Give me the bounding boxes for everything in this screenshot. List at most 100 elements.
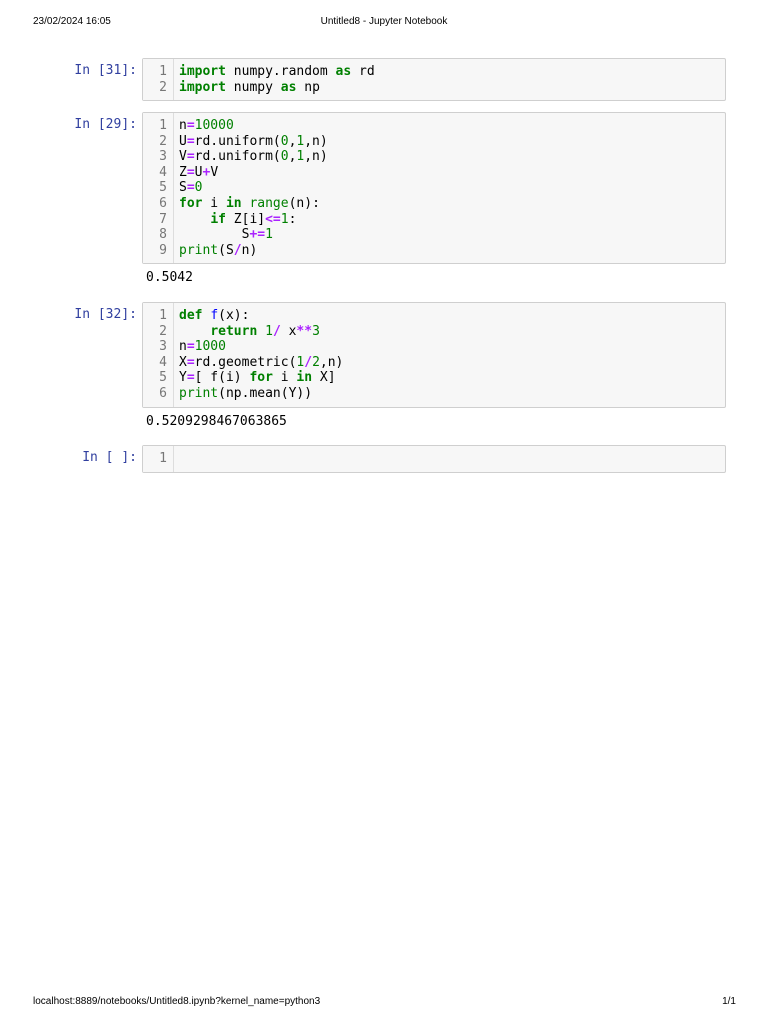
code-token: Y [179, 370, 187, 386]
code-line: 1 import numpy.random as rd [143, 64, 725, 80]
line-number: 6 [159, 195, 167, 211]
code-token: return [210, 323, 258, 339]
code-token: [ f(i) [194, 370, 250, 386]
line-number: 1 [159, 451, 167, 466]
code-line: 5 Y=[ f(i) for i in X] [143, 370, 725, 386]
code-token: 0 [280, 149, 289, 165]
line-number: 3 [159, 149, 167, 165]
code-text: def f(x): [179, 308, 249, 324]
code-token: in [296, 370, 313, 386]
code-token: numpy [225, 79, 281, 95]
code-token: rd.geometric( [194, 354, 297, 370]
input-prompt: In [32]: [74, 307, 137, 322]
code-editor[interactable]: 1 n=10000 2 U=rd.uniform(0,1,n) 3 V=rd.unifor… [142, 112, 726, 265]
input-prompt: In [29]: [74, 117, 137, 132]
line-number: 3 [159, 339, 167, 355]
code-text: Y=[ f(i) for i in X] [179, 370, 336, 386]
code-token: 1 [265, 227, 273, 243]
code-token: ,n) [319, 354, 344, 370]
code-token: (x): [218, 308, 250, 323]
code-token: 2 [312, 354, 320, 370]
code-token: rd.uniform( [194, 133, 281, 149]
code-token: 0 [194, 180, 203, 196]
line-number: 5 [159, 370, 167, 386]
code-token: V [210, 164, 219, 180]
code-text: print(S/n) [179, 243, 257, 259]
page-number: 1/1 [722, 996, 736, 1007]
input-prompt: In [ ]: [82, 450, 137, 465]
code-text: X=rd.geometric(1/2,n) [179, 355, 343, 371]
code-token: = [186, 180, 195, 196]
code-token: : [288, 211, 297, 227]
code-token: 1 [280, 211, 289, 227]
code-line: 6 for i in range(n): [143, 196, 725, 212]
code-editor[interactable]: 1 [142, 445, 726, 473]
code-token: i [272, 370, 297, 386]
code-text: n=10000 [179, 118, 234, 134]
code-text: n=1000 [179, 339, 226, 355]
code-text: S+=1 [179, 227, 273, 243]
code-token: n) [241, 242, 258, 258]
code-token: ,n) [304, 149, 328, 165]
code-line: 3 n=1000 [143, 339, 725, 355]
code-line: 8 S+=1 [143, 227, 725, 243]
code-token: (S [218, 242, 234, 258]
code-token: range [249, 195, 289, 211]
code-token: = [186, 149, 195, 165]
code-token: 1000 [194, 339, 226, 355]
line-number: 2 [159, 133, 167, 149]
code-token: rd [351, 64, 375, 79]
code-token: <= [265, 211, 281, 227]
code-token: U [179, 133, 187, 149]
code-token: V [179, 149, 187, 165]
code-line: 2 U=rd.uniform(0,1,n) [143, 134, 725, 150]
code-line: 3 V=rd.uniform(0,1,n) [143, 149, 725, 165]
code-token: 3 [312, 323, 320, 339]
code-text: if Z[i]<=1: [179, 212, 296, 228]
line-number: 8 [159, 227, 167, 243]
code-token: = [186, 164, 195, 180]
code-line: 1 n=10000 [143, 118, 725, 134]
footer-url: localhost:8889/notebooks/Untitled8.ipynb… [33, 996, 321, 1007]
code-editor[interactable]: 1 import numpy.random as rd 2 import numpy … [142, 58, 726, 102]
code-token: ** [296, 323, 313, 339]
code-token: rd.uniform( [194, 149, 281, 165]
code-token: 1 [265, 323, 273, 339]
line-number: 5 [159, 180, 167, 196]
code-token: def [179, 308, 203, 323]
code-line: 9 print(S/n) [143, 243, 725, 259]
code-token: Z [179, 164, 187, 180]
code-token: ,n) [304, 133, 328, 149]
code-token: as [280, 79, 297, 95]
code-token: import [179, 64, 226, 79]
code-line: 6 print(np.mean(Y)) [143, 386, 725, 402]
code-editor[interactable]: 1 def f(x): 2 return 1/ x**3 3 n=1000 4 X=rd.g… [142, 302, 726, 408]
code-token: = [186, 133, 195, 149]
code-token: for [179, 195, 203, 211]
code-token: (n): [288, 195, 320, 211]
code-token: += [249, 227, 266, 243]
code-token: S [179, 180, 187, 196]
code-token: X [179, 354, 187, 370]
code-line: 2 return 1/ x**3 [143, 324, 725, 340]
code-line: 4 Z=U+V [143, 165, 725, 181]
line-number: 6 [159, 385, 167, 401]
line-number: 1 [159, 64, 167, 79]
line-number: 1 [159, 118, 167, 133]
code-token: in [225, 195, 242, 211]
line-number: 7 [159, 211, 167, 227]
code-text: return 1/ x**3 [179, 324, 320, 340]
code-token: X] [312, 370, 336, 386]
code-token: 10000 [194, 118, 234, 133]
code-token: import [179, 79, 226, 95]
code-line: 2 import numpy as np [143, 80, 725, 96]
page-title: Untitled8 - Jupyter Notebook [320, 16, 448, 27]
code-text: Z=U+V [179, 165, 218, 181]
code-text: U=rd.uniform(0,1,n) [179, 134, 328, 150]
code-line: 4 X=rd.geometric(1/2,n) [143, 355, 725, 371]
code-token: (np.mean(Y)) [218, 385, 313, 401]
code-token: print [179, 385, 219, 401]
line-number: 9 [159, 242, 167, 258]
